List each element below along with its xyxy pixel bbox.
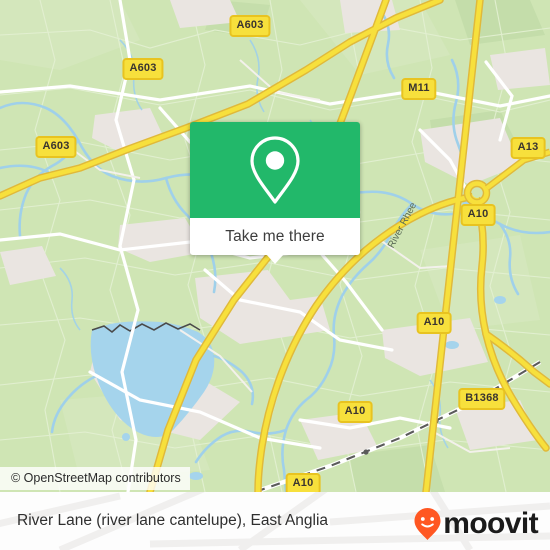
popup-pointer bbox=[266, 254, 284, 264]
moovit-wordmark: moovit bbox=[443, 507, 538, 540]
popup-header bbox=[190, 122, 360, 218]
road-shield: B1368 bbox=[458, 388, 506, 410]
road-shield: A603 bbox=[122, 58, 164, 80]
popup-action-bar[interactable]: Take me there bbox=[190, 218, 360, 264]
road-shield: A13 bbox=[510, 137, 546, 159]
take-me-there-label: Take me there bbox=[225, 227, 325, 245]
location-pin-icon bbox=[250, 136, 300, 204]
road-shield: A10 bbox=[416, 312, 452, 334]
road-shield: A10 bbox=[285, 473, 321, 492]
map-screen: A603 A603 A603 M11 A13 A10 A10 B1368 A10 A10 Rive… bbox=[0, 0, 550, 550]
road-shield: M11 bbox=[401, 78, 437, 100]
footer-bar: River Lane (river lane cantelupe), East … bbox=[0, 492, 550, 550]
place-name-label: River Lane (river lane cantelupe), East … bbox=[17, 512, 329, 529]
road-shield: A10 bbox=[460, 204, 496, 226]
location-popup-card[interactable]: Take me there bbox=[190, 122, 360, 264]
road-shield: A10 bbox=[337, 401, 373, 423]
road-shield: A603 bbox=[35, 136, 77, 158]
moovit-logo[interactable]: moovit bbox=[413, 507, 539, 541]
road-shield: A603 bbox=[229, 15, 271, 37]
moovit-pin-icon bbox=[414, 508, 441, 540]
osm-attribution[interactable]: © OpenStreetMap contributors bbox=[0, 467, 190, 490]
